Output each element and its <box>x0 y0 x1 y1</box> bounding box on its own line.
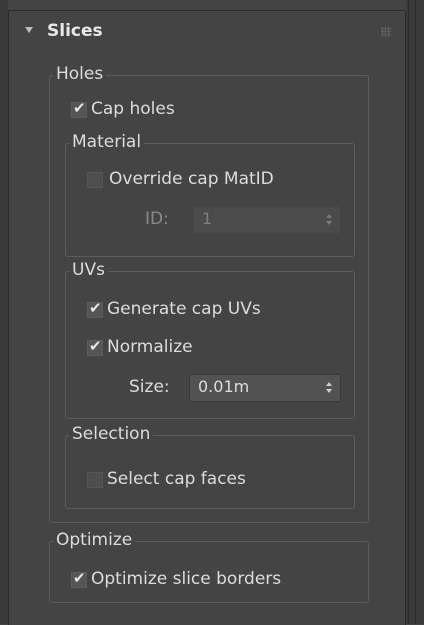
left-border-strip <box>0 0 8 624</box>
right-scroll-gutter[interactable] <box>406 0 424 624</box>
cap-holes-label[interactable]: Cap holes <box>91 99 175 119</box>
spinner-up-icon[interactable] <box>326 214 332 218</box>
matid-spinner[interactable]: 1 <box>193 206 341 234</box>
override-matid-label[interactable]: Override cap MatID <box>109 169 274 189</box>
select-cap-faces-label[interactable]: Select cap faces <box>107 469 246 489</box>
spinner-up-icon[interactable] <box>326 382 332 386</box>
size-value[interactable]: 0.01m <box>198 377 249 397</box>
cap-holes-checkbox[interactable] <box>71 99 87 118</box>
holes-group-title: Holes <box>53 64 107 84</box>
generate-cap-uvs-checkbox[interactable] <box>87 299 103 318</box>
normalize-label[interactable]: Normalize <box>107 337 193 357</box>
spinner-down-icon[interactable] <box>326 221 332 225</box>
gutter-line <box>408 0 409 624</box>
normalize-checkbox[interactable] <box>87 337 103 356</box>
optimize-group-title: Optimize <box>53 530 136 550</box>
size-spinner[interactable]: 0.01m <box>189 374 341 402</box>
rollout-title: Slices <box>47 21 103 41</box>
size-label: Size: <box>129 377 170 397</box>
collapse-arrow-icon[interactable] <box>25 27 33 33</box>
selection-group-title: Selection <box>69 424 154 444</box>
gutter-line <box>415 0 416 624</box>
optimize-borders-checkbox[interactable] <box>71 569 87 588</box>
matid-value[interactable]: 1 <box>202 209 212 229</box>
uvs-group-title: UVs <box>69 260 108 280</box>
matid-label: ID: <box>145 209 169 229</box>
select-cap-faces-checkbox[interactable] <box>87 472 103 488</box>
material-group-title: Material <box>69 132 145 152</box>
optimize-borders-label[interactable]: Optimize slice borders <box>91 569 281 589</box>
slices-rollout: Slices Holes Cap holes Material Override… <box>8 10 406 625</box>
override-matid-checkbox[interactable] <box>87 172 103 188</box>
generate-cap-uvs-label[interactable]: Generate cap UVs <box>107 299 261 319</box>
material-group <box>65 143 355 257</box>
spinner-down-icon[interactable] <box>326 389 332 393</box>
drag-handle-icon[interactable] <box>381 27 391 37</box>
rollout-header[interactable]: Slices <box>9 11 405 53</box>
